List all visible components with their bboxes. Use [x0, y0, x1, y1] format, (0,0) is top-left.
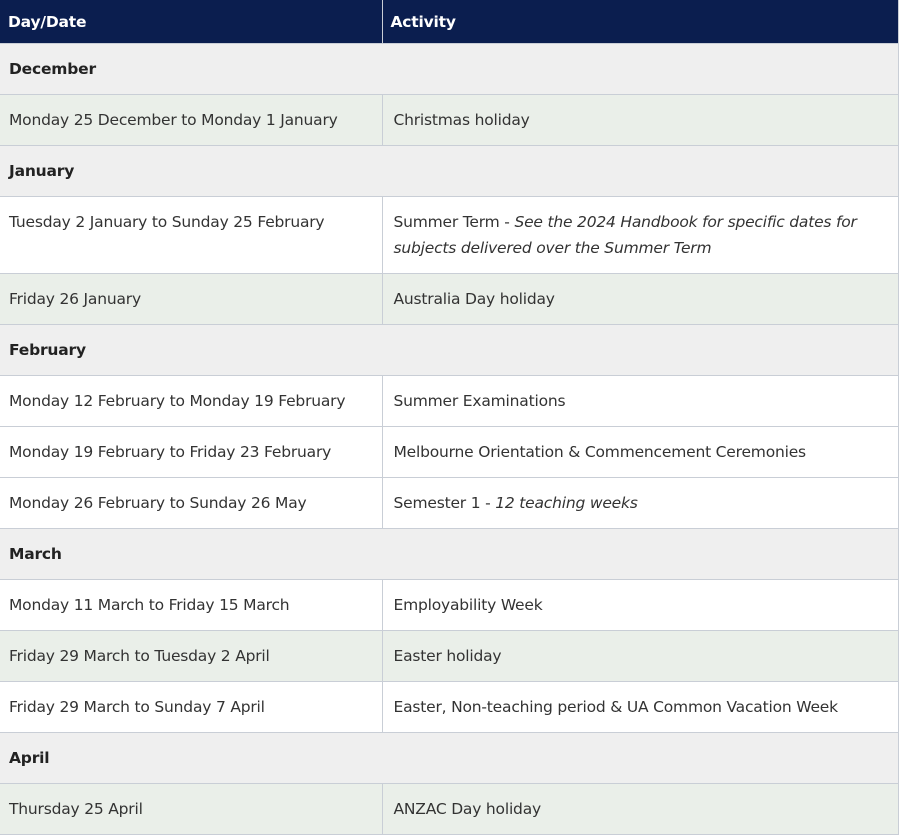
activity-label: Christmas holiday — [393, 111, 530, 129]
table-row: Thursday 25 April ANZAC Day holiday — [0, 783, 899, 835]
activity-label: Easter, Non-teaching period & UA Common … — [393, 698, 839, 716]
month-label: March — [0, 528, 899, 580]
activity-label: Easter holiday — [393, 647, 502, 665]
table-row: Monday 26 February to Sunday 26 May Semes… — [0, 477, 899, 529]
month-header-row: April — [0, 732, 899, 784]
table-row: Tuesday 2 January to Sunday 25 February S… — [0, 196, 899, 274]
activity-label: Semester 1 — [393, 494, 481, 512]
activity-cell: Easter holiday — [382, 630, 899, 682]
activity-cell: Australia Day holiday — [382, 273, 899, 325]
academic-calendar-table: Day/Date Activity December Monday 25 Dece… — [0, 0, 899, 835]
activity-cell: Christmas holiday — [382, 94, 899, 146]
activity-separator: - — [480, 494, 496, 512]
month-header-row: February — [0, 324, 899, 376]
date-cell: Monday 11 March to Friday 15 March — [0, 579, 383, 631]
date-cell: Tuesday 2 January to Sunday 25 February — [0, 196, 383, 274]
month-label: April — [0, 732, 899, 784]
month-header-row: December — [0, 43, 899, 95]
activity-cell: Summer Term - See the 2024 Handbook for … — [382, 196, 899, 274]
table-row: Monday 25 December to Monday 1 January Ch… — [0, 94, 899, 146]
month-header-row: March — [0, 528, 899, 580]
date-cell: Monday 12 February to Monday 19 February — [0, 375, 383, 427]
activity-label: Summer Term — [393, 213, 500, 231]
activity-label: ANZAC Day holiday — [393, 800, 542, 818]
table-row: Monday 19 February to Friday 23 February… — [0, 426, 899, 478]
activity-cell: Semester 1 - 12 teaching weeks — [382, 477, 899, 529]
activity-label: Employability Week — [393, 596, 543, 614]
table-row: Friday 26 January Australia Day holiday — [0, 273, 899, 325]
activity-label: Melbourne Orientation & Commencement Cer… — [393, 443, 807, 461]
date-cell: Friday 26 January — [0, 273, 383, 325]
activity-cell: Easter, Non-teaching period & UA Common … — [382, 681, 899, 733]
table-header: Day/Date Activity — [0, 0, 899, 44]
month-header-row: January — [0, 145, 899, 197]
date-cell: Monday 25 December to Monday 1 January — [0, 94, 383, 146]
column-header-activity: Activity — [382, 0, 899, 44]
column-header-date: Day/Date — [0, 0, 383, 44]
table-row: Monday 12 February to Monday 19 February… — [0, 375, 899, 427]
table-row: Friday 29 March to Sunday 7 April Easter,… — [0, 681, 899, 733]
table-row: Monday 11 March to Friday 15 March Employ… — [0, 579, 899, 631]
activity-cell: ANZAC Day holiday — [382, 783, 899, 835]
date-cell: Thursday 25 April — [0, 783, 383, 835]
activity-label: Australia Day holiday — [393, 290, 555, 308]
header-row: Day/Date Activity — [0, 0, 899, 44]
date-cell: Friday 29 March to Tuesday 2 April — [0, 630, 383, 682]
date-cell: Monday 19 February to Friday 23 February — [0, 426, 383, 478]
activity-cell: Melbourne Orientation & Commencement Cer… — [382, 426, 899, 478]
date-cell: Monday 26 February to Sunday 26 May — [0, 477, 383, 529]
activity-note: 12 teaching weeks — [495, 494, 638, 512]
activity-cell: Employability Week — [382, 579, 899, 631]
activity-cell: Summer Examinations — [382, 375, 899, 427]
table-body: December Monday 25 December to Monday 1 J… — [0, 43, 899, 835]
month-label: February — [0, 324, 899, 376]
table-row: Friday 29 March to Tuesday 2 April Easter… — [0, 630, 899, 682]
month-label: December — [0, 43, 899, 95]
activity-label: Summer Examinations — [393, 392, 566, 410]
activity-separator: - — [499, 213, 515, 231]
date-cell: Friday 29 March to Sunday 7 April — [0, 681, 383, 733]
month-label: January — [0, 145, 899, 197]
